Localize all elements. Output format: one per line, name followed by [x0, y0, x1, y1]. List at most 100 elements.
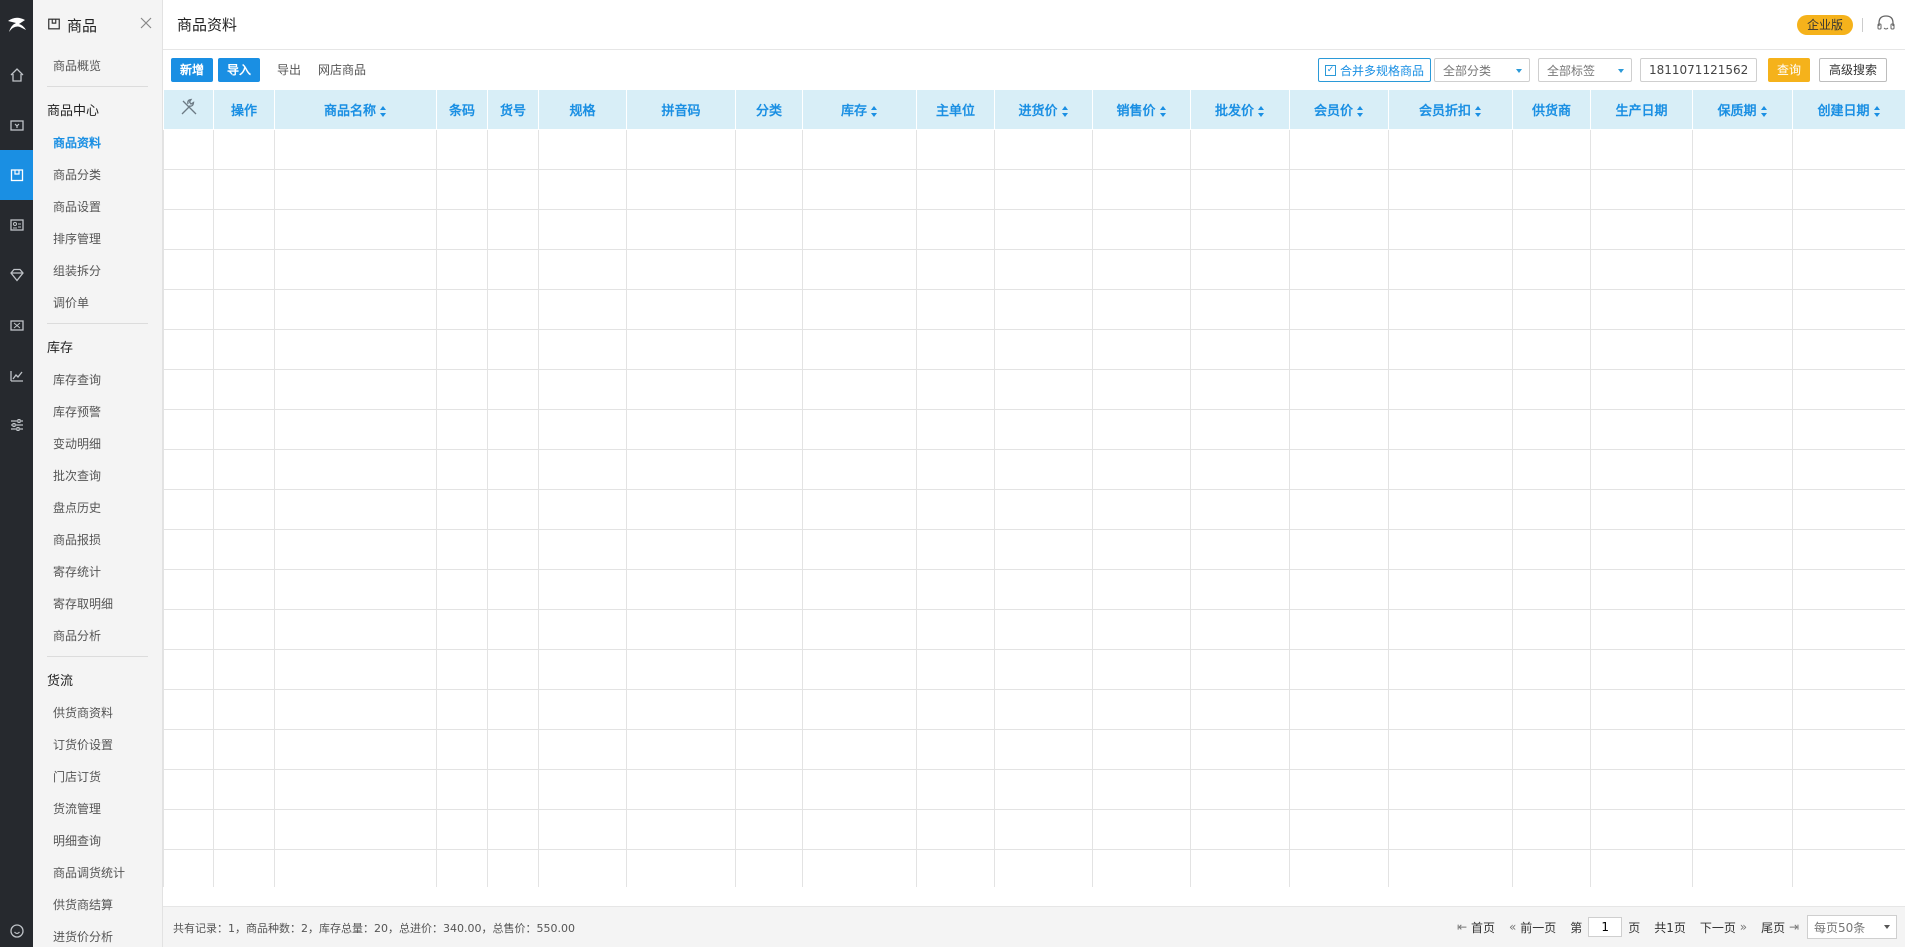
edition-badge[interactable]: 企业版 [1796, 15, 1853, 35]
sidebar-item[interactable]: 寄存统计 [33, 556, 162, 588]
sidebar-item[interactable]: 调价单 [33, 287, 162, 319]
column-header[interactable]: 创建日期 [1792, 90, 1905, 130]
table-row[interactable] [163, 728, 1905, 770]
column-header[interactable]: 批发价 [1190, 90, 1290, 130]
table-cell [1590, 848, 1693, 887]
table-row[interactable] [163, 488, 1905, 530]
sort-icon[interactable] [380, 105, 387, 117]
table-row[interactable] [163, 808, 1905, 850]
table-row[interactable] [163, 648, 1905, 690]
table-row[interactable] [163, 328, 1905, 370]
column-header[interactable]: 库存 [802, 90, 917, 130]
sort-icon[interactable] [1475, 105, 1482, 117]
merge-spec-checkbox[interactable]: ✓ 合并多规格商品 [1318, 58, 1432, 82]
table-row[interactable] [163, 768, 1905, 810]
sidebar-item[interactable]: 订货价设置 [33, 729, 162, 761]
search-input[interactable] [1640, 58, 1757, 82]
column-settings-header[interactable] [163, 90, 214, 130]
column-header[interactable]: 销售价 [1092, 90, 1191, 130]
sidebar-item[interactable]: 明细查询 [33, 825, 162, 857]
column-header[interactable]: 会员价 [1289, 90, 1389, 130]
table-cell [538, 368, 627, 410]
table-row[interactable] [163, 608, 1905, 650]
sidebar-item[interactable]: 库存查询 [33, 364, 162, 396]
table-cell [735, 568, 803, 610]
sidebar-item[interactable]: 变动明细 [33, 428, 162, 460]
headset-icon[interactable] [1875, 13, 1897, 38]
table-cell [538, 128, 627, 170]
column-header[interactable]: 保质期 [1692, 90, 1793, 130]
sort-icon[interactable] [1873, 105, 1881, 117]
sidebar-item[interactable]: 供货商结算 [33, 889, 162, 921]
table-row[interactable] [163, 448, 1905, 490]
table-cell [163, 648, 214, 690]
table-row[interactable] [163, 568, 1905, 610]
power-icon[interactable] [0, 923, 33, 939]
settings-icon[interactable] [0, 400, 33, 450]
table-row[interactable] [163, 288, 1905, 330]
last-page-button[interactable]: 尾页 ⇥ [1761, 919, 1799, 936]
sidebar-item[interactable]: 货流管理 [33, 793, 162, 825]
table-row[interactable] [163, 208, 1905, 250]
next-page-button[interactable]: 下一页 » [1700, 919, 1747, 936]
table-row[interactable] [163, 168, 1905, 210]
sidebar-item[interactable]: 排序管理 [33, 223, 162, 255]
sidebar-divider [47, 86, 148, 87]
table-row[interactable] [163, 848, 1905, 887]
table-row[interactable] [163, 528, 1905, 570]
coupon-icon[interactable] [0, 300, 33, 350]
cashier-icon[interactable] [0, 100, 33, 150]
sort-icon[interactable] [1258, 105, 1265, 117]
close-icon[interactable] [140, 17, 152, 32]
prev-page-button[interactable]: « 前一页 [1509, 919, 1556, 936]
sidebar-item[interactable]: 商品分析 [33, 620, 162, 652]
sort-icon[interactable] [1159, 105, 1167, 117]
sidebar-item[interactable]: 商品资料 [33, 127, 162, 159]
sort-icon[interactable] [871, 105, 878, 117]
sort-icon[interactable] [1061, 105, 1069, 117]
first-page-button[interactable]: ⇤ 首页 [1457, 919, 1495, 936]
table-cell [1692, 408, 1793, 450]
add-button[interactable]: 新增 [171, 58, 214, 82]
sort-icon[interactable] [1760, 105, 1768, 117]
table-row[interactable] [163, 368, 1905, 410]
online-store-button[interactable]: 网店商品 [316, 58, 368, 82]
page-number-input[interactable] [1588, 917, 1623, 937]
chart-icon[interactable] [0, 350, 33, 400]
sidebar-item[interactable]: 批次查询 [33, 460, 162, 492]
sidebar-item[interactable]: 供货商资料 [33, 697, 162, 729]
column-header[interactable]: 会员折扣 [1388, 90, 1513, 130]
column-header[interactable]: 进货价 [994, 90, 1093, 130]
table-cell [1388, 128, 1513, 170]
sidebar-item[interactable]: 门店订货 [33, 761, 162, 793]
import-button[interactable]: 导入 [218, 58, 261, 82]
table-row[interactable] [163, 248, 1905, 290]
sort-icon[interactable] [1357, 105, 1364, 117]
per-page-select[interactable]: 每页50条 [1807, 915, 1897, 939]
table-row[interactable] [163, 688, 1905, 730]
sidebar-item[interactable]: 商品设置 [33, 191, 162, 223]
sidebar-item[interactable]: 商品调货统计 [33, 857, 162, 889]
table-cell [994, 848, 1093, 887]
home-icon[interactable] [0, 50, 33, 100]
column-header[interactable]: 商品名称 [274, 90, 437, 130]
tag-select[interactable]: 全部标签 [1538, 58, 1632, 82]
sidebar-item[interactable]: 盘点历史 [33, 492, 162, 524]
sidebar-item[interactable]: 商品分类 [33, 159, 162, 191]
sidebar-item[interactable]: 库存预警 [33, 396, 162, 428]
sidebar-item[interactable]: 商品概览 [33, 50, 162, 82]
category-select[interactable]: 全部分类 [1434, 58, 1530, 82]
sidebar-item[interactable]: 寄存取明细 [33, 588, 162, 620]
sidebar-item[interactable]: 商品报损 [33, 524, 162, 556]
sidebar-item[interactable]: 组装拆分 [33, 255, 162, 287]
table-row[interactable] [163, 128, 1905, 170]
goods-icon[interactable] [0, 150, 33, 200]
diamond-icon[interactable] [0, 250, 33, 300]
export-button[interactable]: 导出 [275, 58, 303, 82]
table-cell [1092, 248, 1191, 290]
advanced-search-button[interactable]: 高级搜索 [1819, 58, 1888, 82]
table-row[interactable] [163, 408, 1905, 450]
member-icon[interactable] [0, 200, 33, 250]
sidebar-item[interactable]: 进货价分析 [33, 921, 162, 947]
query-button[interactable]: 查询 [1768, 58, 1811, 82]
